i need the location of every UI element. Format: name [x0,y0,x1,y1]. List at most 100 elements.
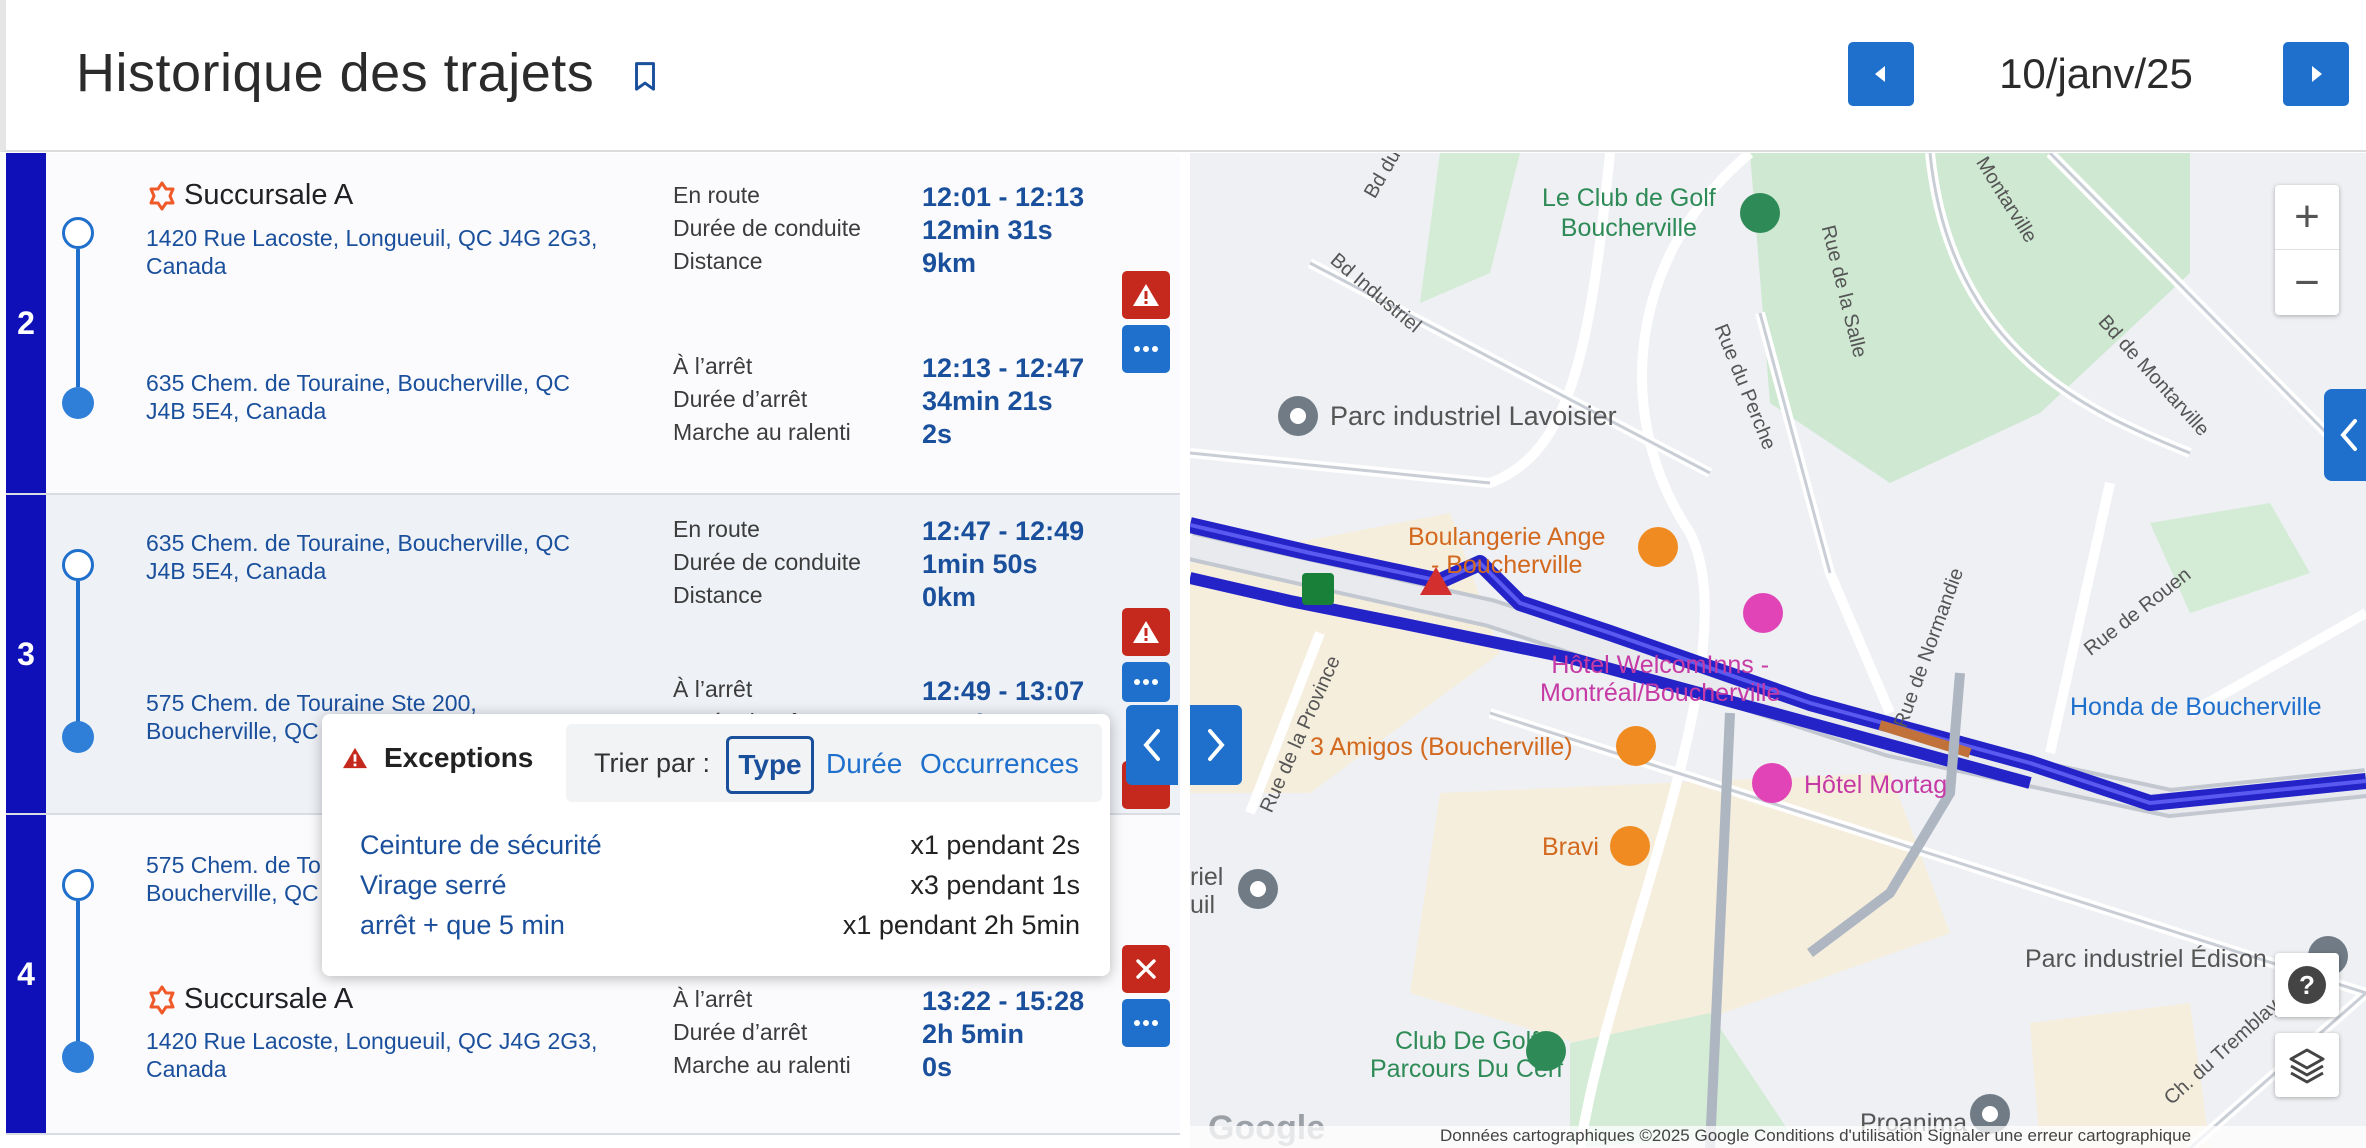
zoom-control: + − [2275,185,2339,315]
layers-button[interactable] [2275,1033,2339,1097]
layers-icon [2289,1048,2325,1084]
map-label-hotel-mortag[interactable]: Hôtel Mortag [1804,771,1947,800]
drive-time-range: 12:01 - 12:13 [922,182,1085,212]
exception-name[interactable]: arrêt + que 5 min [360,910,565,941]
end-point-icon [62,387,94,419]
exception-value: x1 pendant 2h 5min [842,910,1080,940]
idle-duration: 0s [922,1052,953,1082]
sort-bar: Trier par : Type Durée Occurrences [566,724,1102,802]
help-icon: ? [2288,966,2326,1004]
stop-labels: À l’arrêt Durée d’arrêt Marche au ralent… [673,350,851,449]
start-address[interactable]: 635 Chem. de Touraine, Boucherville, QC … [146,529,606,585]
map-label-honda[interactable]: Honda de Boucherville [2070,693,2322,722]
remove-exception-button[interactable] [1122,945,1170,993]
label-duree-conduite: Durée de conduite [673,215,861,241]
drive-values: 12:01 - 12:13 12min 31s 9km [922,181,1084,280]
stop-duration: 2h 5min [922,1019,1025,1049]
page-header: Historique des trajets 10/janv/25 [0,0,2366,152]
drive-labels: En route Durée de conduite Distance [673,179,861,278]
map-label-parc-left: riel uil [1190,863,1224,919]
start-place-name: Succursale A [184,179,354,211]
label-distance: Distance [673,582,763,608]
stop-values: 12:13 - 12:47 34min 21s 2s [922,352,1084,451]
branch-icon [149,181,175,210]
exception-value: x3 pendant 1s [910,870,1080,900]
page-title: Historique des trajets [76,43,595,103]
sort-option-occurrences[interactable]: Occurrences [920,748,1079,780]
map-label-boulangerie[interactable]: Boulangerie Ange - Boucherville [1408,523,1605,579]
more-options-button[interactable] [1122,662,1170,702]
stop-values: 13:22 - 15:28 2h 5min 0s [922,985,1084,1084]
map-label-welcominns[interactable]: Hôtel WelcomInns - Montréal/Boucherville [1540,651,1780,707]
label-ralenti: Marche au ralenti [673,1052,851,1078]
sort-option-duree[interactable]: Durée [826,748,902,780]
label-en-route: En route [673,516,760,542]
route-connector [76,901,80,1043]
map-label-parc-lavoisier[interactable]: Parc industriel Lavoisier [1330,401,1617,432]
chevron-left-icon [1143,729,1160,761]
popup-header: Exceptions [342,742,533,774]
end-place-name: Succursale A [184,983,354,1015]
map-attribution[interactable]: Données cartographiques ©2025 Google Con… [1190,1126,2366,1148]
more-options-button[interactable] [1122,325,1170,373]
exception-name[interactable]: Ceinture de sécurité [360,830,602,861]
route-connector [76,249,80,387]
drive-time-range: 12:47 - 12:49 [922,516,1085,546]
stop-labels: À l’arrêt Durée d’arrêt Marche au ralent… [673,983,851,1082]
zoom-in-button[interactable]: + [2275,185,2339,250]
start-place: Succursale A [146,179,353,212]
label-a-l-arret: À l’arrêt [673,353,753,379]
drive-distance: 0km [922,582,977,612]
chevron-right-icon [1208,729,1225,761]
next-date-button[interactable] [2283,42,2349,106]
chevron-left-icon [2340,419,2357,451]
popup-title: Exceptions [384,742,534,773]
start-address[interactable]: 1420 Rue Lacoste, Longueuil, QC J4G 2G3,… [146,224,606,280]
caret-right-icon [2312,66,2322,82]
trip-list: 2 Succursale A 1420 Rue Lacoste, Longueu… [6,153,1180,1148]
end-address[interactable]: 1420 Rue Lacoste, Longueuil, QC J4G 2G3,… [146,1027,606,1083]
exception-warning-button[interactable] [1122,608,1170,656]
exceptions-popup: Exceptions Trier par : Type Durée Occurr… [322,714,1110,976]
bookmark-icon[interactable] [630,60,660,94]
caret-left-icon [1875,66,1885,82]
end-address[interactable]: 635 Chem. de Touraine, Boucherville, QC … [146,369,606,425]
branch-icon [149,985,175,1014]
start-point-icon [62,217,94,249]
exception-warning-button[interactable] [1122,271,1170,319]
map-label-bravi[interactable]: Bravi [1542,833,1599,862]
end-point-icon [62,721,94,753]
warning-icon [1133,284,1159,306]
ellipsis-icon [1134,1020,1158,1026]
drive-labels: En route Durée de conduite Distance [673,513,861,612]
exception-name[interactable]: Virage serré [360,870,507,901]
drive-distance: 9km [922,248,977,278]
previous-date-button[interactable] [1848,42,1914,106]
map-label-3-amigos[interactable]: 3 Amigos (Boucherville) [1310,733,1573,762]
idle-duration: 2s [922,419,953,449]
drive-duration: 12min 31s [922,215,1053,245]
map-label-golf[interactable]: Le Club de Golf Boucherville [1542,183,1716,243]
start-point-icon [62,869,94,901]
more-options-button[interactable] [1122,999,1170,1047]
svg-text:?: ? [2299,970,2315,1000]
label-duree-arret: Durée d’arrêt [673,1019,808,1045]
collapse-panel-button[interactable] [1126,705,1178,785]
zoom-out-button[interactable]: − [2275,250,2339,315]
expand-map-button[interactable] [1190,705,1242,785]
sort-label: Trier par : [594,748,711,778]
stop-time-range: 12:49 - 13:07 [922,676,1085,706]
sort-option-type[interactable]: Type [726,736,814,794]
stop-duration: 34min 21s [922,386,1053,416]
map-label-parc-edison[interactable]: Parc industriel Édison [2025,945,2267,974]
help-button[interactable]: ? [2275,953,2339,1017]
date-display: 10/janv/25 [1999,50,2193,97]
label-a-l-arret: À l’arrêt [673,986,753,1012]
trip-row[interactable]: 2 Succursale A 1420 Rue Lacoste, Longueu… [6,153,1180,495]
map-view[interactable]: Le Club de Golf Boucherville Parc indust… [1190,153,2366,1148]
label-duree-arret: Durée d’arrêt [673,386,808,412]
drive-duration: 1min 50s [922,549,1038,579]
side-panel-toggle[interactable] [2324,389,2366,481]
map-label-golf-cerf[interactable]: Club De Golf Parcours Du Cerf [1370,1027,1563,1083]
stop-time-range: 13:22 - 15:28 [922,986,1085,1016]
